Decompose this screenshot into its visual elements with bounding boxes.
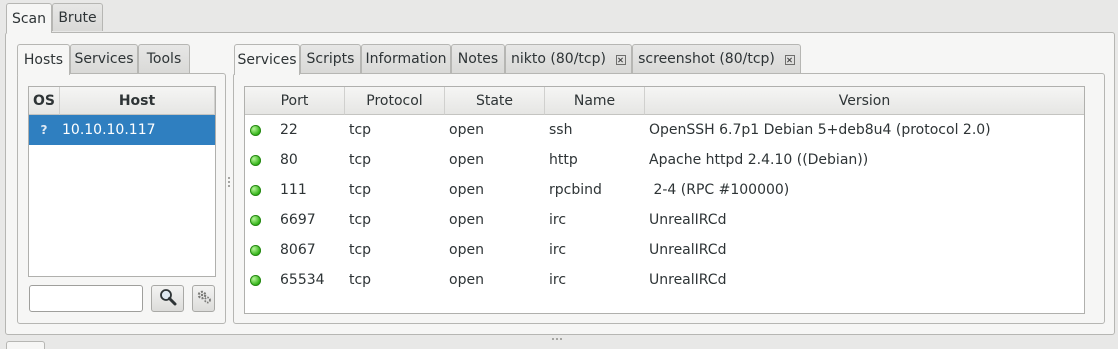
column-header-name[interactable]: Name [545,87,645,115]
state-cell: open [449,122,484,138]
column-header-port[interactable]: Port [245,87,345,115]
tab-nikto-label: nikto (80/tcp) [511,51,606,67]
gears-icon [196,289,212,309]
state-cell: open [449,152,484,168]
version-cell: UnrealIRCd [649,212,727,228]
tab-information-label: Information [365,51,447,67]
tab-scripts[interactable]: Scripts [300,44,361,73]
protocol-cell: tcp [349,272,372,288]
tab-screenshot[interactable]: screenshot (80/tcp) [632,44,801,73]
column-header-protocol[interactable]: Protocol [345,87,445,115]
tab-brute[interactable]: Brute [52,3,103,31]
pane-splitter[interactable] [226,175,232,189]
protocol-cell: tcp [349,212,372,228]
column-header-os-label: OS [33,92,55,109]
status-open-icon [250,215,261,226]
host-row[interactable]: ? 10.10.10.117 [29,115,215,145]
status-open-icon [250,275,261,286]
tab-tools[interactable]: Tools [138,44,190,73]
column-header-state[interactable]: State [445,87,545,115]
tab-scan-label: Scan [11,10,47,27]
tab-screenshot-label: screenshot (80/tcp) [638,51,775,67]
host-address: 10.10.10.117 [62,122,156,138]
column-header-os[interactable]: OS [29,87,60,115]
tab-services[interactable]: Services [234,44,300,75]
settings-button[interactable] [192,285,215,312]
port-cell: 80 [280,152,298,168]
close-icon[interactable] [784,55,795,65]
protocol-cell: tcp [349,182,372,198]
magnifier-icon [159,288,177,310]
search-button[interactable] [151,285,184,312]
version-cell: OpenSSH 6.7p1 Debian 5+deb8u4 (protocol … [649,122,991,138]
status-open-icon [250,155,261,166]
version-cell: 2-4 (RPC #100000) [649,182,790,198]
tab-hosts[interactable]: Hosts [17,44,70,75]
column-header-port-label: Port [280,92,309,109]
name-cell: rpcbind [549,182,602,198]
name-cell: irc [549,242,567,258]
close-icon[interactable] [615,55,626,65]
bottom-splitter[interactable] [552,337,562,341]
protocol-cell: tcp [349,122,372,138]
table-row[interactable]: 65534 tcp open irc UnrealIRCd [245,265,1084,295]
name-cell: irc [549,272,567,288]
port-cell: 65534 [280,272,325,288]
tab-brute-label: Brute [58,9,97,26]
services-table[interactable]: Port Protocol State Name Version 22 tcp … [244,86,1085,314]
os-unknown-icon: ? [40,123,48,137]
column-header-host[interactable]: Host [60,87,215,115]
tab-services-label: Services [237,52,297,68]
host-filter-input[interactable] [29,285,143,312]
tab-notes-label: Notes [457,51,499,67]
version-cell: Apache httpd 2.4.10 ((Debian)) [649,152,869,168]
state-cell: open [449,182,484,198]
name-cell: irc [549,212,567,228]
tab-tools-label: Tools [146,51,182,67]
version-cell: UnrealIRCd [649,272,727,288]
table-row[interactable]: 80 tcp open http Apache httpd 2.4.10 ((D… [245,145,1084,175]
column-header-state-label: State [475,92,514,109]
port-cell: 8067 [280,242,316,258]
tab-scripts-label: Scripts [306,51,355,67]
bottom-tab[interactable] [6,341,45,349]
state-cell: open [449,272,484,288]
table-row[interactable]: 8067 tcp open irc UnrealIRCd [245,235,1084,265]
state-cell: open [449,212,484,228]
name-cell: http [549,152,578,168]
host-list[interactable]: OS Host ? 10.10.10.117 [28,86,216,277]
name-cell: ssh [549,122,573,138]
status-open-icon [250,125,261,136]
table-row[interactable]: 6697 tcp open irc UnrealIRCd [245,205,1084,235]
protocol-cell: tcp [349,242,372,258]
status-open-icon [250,185,261,196]
tab-nikto[interactable]: nikto (80/tcp) [505,44,632,73]
state-cell: open [449,242,484,258]
protocol-cell: tcp [349,152,372,168]
port-cell: 111 [280,182,307,198]
tab-hosts-label: Hosts [23,52,64,68]
table-row[interactable]: 111 tcp open rpcbind 2-4 (RPC #100000) [245,175,1084,205]
tab-services-left-label: Services [74,51,134,67]
tab-notes[interactable]: Notes [451,44,505,73]
column-header-version-label: Version [838,92,891,109]
column-header-protocol-label: Protocol [366,92,423,109]
version-cell: UnrealIRCd [649,242,727,258]
tab-information[interactable]: Information [361,44,451,73]
status-open-icon [250,245,261,256]
column-header-host-label: Host [118,92,156,109]
table-row[interactable]: 22 tcp open ssh OpenSSH 6.7p1 Debian 5+d… [245,115,1084,145]
tab-scan[interactable]: Scan [6,3,52,33]
column-header-name-label: Name [573,92,616,109]
port-cell: 6697 [280,212,316,228]
column-header-version[interactable]: Version [645,87,1084,115]
port-cell: 22 [280,122,298,138]
tab-services-left[interactable]: Services [70,44,138,73]
